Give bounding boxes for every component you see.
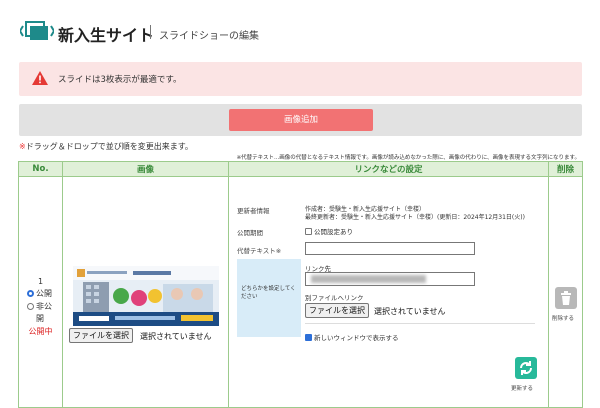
row-number: 1 bbox=[37, 277, 44, 286]
file-link-label: 別ファイルへリンク bbox=[305, 294, 364, 302]
period-checkbox-label: 公開設定あり bbox=[314, 228, 353, 236]
refresh-icon[interactable] bbox=[515, 357, 537, 379]
either-setting-text: どちらかを設定してください bbox=[241, 286, 296, 300]
update-button-label[interactable]: 更新する bbox=[511, 384, 533, 392]
link-file-button[interactable]: ファイルを選択 bbox=[305, 303, 369, 318]
radio-public-indicator[interactable] bbox=[27, 290, 34, 297]
new-window-checkbox-box[interactable] bbox=[305, 334, 312, 341]
image-file-button[interactable]: ファイルを選択 bbox=[69, 328, 133, 343]
radio-public-label: 公開 bbox=[36, 289, 52, 298]
link-url-input[interactable] bbox=[305, 272, 475, 286]
no-cell: 1 公開 非公 開 公開中 bbox=[18, 176, 63, 408]
slides-stack-icon bbox=[20, 21, 54, 40]
updater-label: 更新者情報 bbox=[237, 207, 270, 215]
col-header-settings: リンクなどの設定 bbox=[228, 161, 549, 177]
status-badge: 公開中 bbox=[28, 327, 53, 336]
updater-line: 最終更新者：受験生・新入生応援サイト（幸楼）(更新日：2024年12月31日(火… bbox=[305, 214, 525, 221]
delete-button-label[interactable]: 削除する bbox=[552, 314, 574, 322]
page-header: 新入生サイト スライドショーの編集 bbox=[0, 0, 600, 58]
page-subtitle: スライドショーの編集 bbox=[159, 31, 259, 42]
drag-note-text: ドラッグ＆ドロップで並び順を変更出来ます。 bbox=[25, 142, 193, 151]
col-header-image: 画像 bbox=[62, 161, 229, 177]
period-label: 公開期間 bbox=[237, 229, 263, 237]
new-window-label: 新しいウィンドウで表示する bbox=[314, 334, 399, 342]
warning-triangle-icon bbox=[32, 71, 48, 85]
settings-divider bbox=[305, 323, 535, 324]
radio-private-label-tail: 開 bbox=[36, 314, 44, 323]
alt-text-label: 代替テキスト※ bbox=[237, 247, 282, 255]
slides-table: No. 画像 リンクなどの設定 削除 1 公開 非公 開 公開中 ファイルを選択… bbox=[18, 161, 583, 408]
delete-cell: 削除する bbox=[548, 176, 583, 408]
alt-text-note: ※代替テキスト...画像の代替となるテキスト情報です。画像が読み込めなかった際に… bbox=[236, 155, 580, 161]
radio-private-label: 非公 bbox=[36, 302, 52, 311]
settings-cell: 更新者情報 作成者：受験生・新入生応援サイト（幸楼） 最終更新者：受験生・新入生… bbox=[228, 176, 549, 408]
drag-note-mark: ※ bbox=[19, 142, 26, 151]
slide-banner-image bbox=[73, 266, 219, 326]
alert-message: スライドは3枚表示が最適です。 bbox=[58, 75, 182, 85]
radio-private[interactable]: 非公 bbox=[27, 301, 52, 312]
new-window-checkbox[interactable]: 新しいウィンドウで表示する bbox=[305, 332, 399, 342]
alt-text-input[interactable] bbox=[305, 242, 475, 255]
drag-note: ※ドラッグ＆ドロップで並び順を変更出来ます。 bbox=[19, 141, 193, 152]
table-row[interactable]: 1 公開 非公 開 公開中 ファイルを選択 選択されていません 更新者情報 作成… bbox=[18, 176, 583, 408]
image-cell: ファイルを選択 選択されていません bbox=[62, 176, 229, 408]
radio-private-indicator[interactable] bbox=[27, 303, 34, 310]
period-checkbox[interactable]: 公開設定あり bbox=[305, 226, 353, 236]
col-header-no: No. bbox=[18, 161, 63, 177]
link-url-blurred bbox=[311, 275, 426, 283]
page-title: 新入生サイト bbox=[58, 26, 155, 45]
link-file-status: 選択されていません bbox=[374, 307, 446, 316]
image-file-status: 選択されていません bbox=[140, 332, 212, 341]
radio-public[interactable]: 公開 bbox=[27, 288, 52, 299]
either-setting-box: どちらかを設定してください bbox=[237, 259, 301, 337]
period-checkbox-box[interactable] bbox=[305, 228, 312, 235]
trash-icon[interactable] bbox=[555, 287, 577, 309]
col-header-delete: 削除 bbox=[548, 161, 583, 177]
add-image-button[interactable]: 画像追加 bbox=[229, 109, 373, 131]
title-separator bbox=[150, 25, 151, 39]
slide-thumbnail bbox=[73, 266, 219, 326]
